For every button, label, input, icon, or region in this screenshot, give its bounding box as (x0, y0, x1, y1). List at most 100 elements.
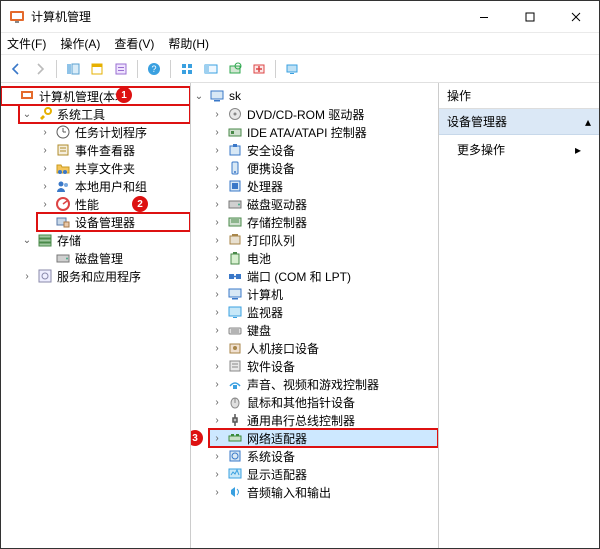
monitor-icon-button[interactable] (281, 58, 303, 80)
chevron-right-icon[interactable]: › (211, 144, 223, 156)
tree-shared-folders[interactable]: › 共享文件夹 (37, 159, 190, 177)
nav-back-button[interactable] (5, 58, 27, 80)
annotation-badge-2: 2 (132, 196, 148, 212)
device-category-20[interactable]: ›显示适配器 (209, 465, 438, 483)
device-category-4[interactable]: ›处理器 (209, 177, 438, 195)
chevron-right-icon[interactable]: › (39, 126, 51, 138)
chevron-right-icon[interactable]: › (211, 486, 223, 498)
show-hide-tree-button[interactable] (62, 58, 84, 80)
tree-system-tools[interactable]: ⌄ 系统工具 (19, 105, 190, 123)
tree-label: 服务和应用程序 (57, 268, 141, 285)
device-category-label: IDE ATA/ATAPI 控制器 (247, 124, 367, 141)
chevron-right-icon[interactable]: › (211, 342, 223, 354)
battery-icon (227, 250, 243, 266)
device-category-16[interactable]: ›鼠标和其他指针设备 (209, 393, 438, 411)
device-category-12[interactable]: ›键盘 (209, 321, 438, 339)
chevron-right-icon[interactable]: › (211, 234, 223, 246)
left-nav-tree[interactable]: ▶ 计算机管理(本地 1 ⌄ 系统工具 › (1, 83, 191, 548)
menu-help[interactable]: 帮助(H) (168, 35, 209, 52)
export-list-button[interactable] (110, 58, 132, 80)
chevron-right-icon[interactable]: › (211, 108, 223, 120)
device-category-9[interactable]: ›端口 (COM 和 LPT) (209, 267, 438, 285)
tree-services-apps[interactable]: › 服务和应用程序 (19, 267, 190, 285)
close-button[interactable] (553, 1, 599, 33)
maximize-button[interactable] (507, 1, 553, 33)
device-category-2[interactable]: ›安全设备 (209, 141, 438, 159)
device-category-label: 网络适配器 (247, 430, 307, 447)
chevron-right-icon[interactable]: › (211, 396, 223, 408)
device-root[interactable]: ⌄ sk (191, 87, 438, 105)
tree-root-computer-management[interactable]: ▶ 计算机管理(本地 (1, 87, 190, 105)
device-category-3[interactable]: ›便携设备 (209, 159, 438, 177)
collapse-arrow-icon: ▴ (585, 115, 591, 129)
tree-local-users[interactable]: › 本地用户和组 (37, 177, 190, 195)
device-category-6[interactable]: › 存储控制器 (209, 213, 438, 231)
chevron-right-icon[interactable]: › (211, 270, 223, 282)
tree-task-scheduler[interactable]: › 任务计划程序 (37, 123, 190, 141)
audio-io-icon (227, 484, 243, 500)
cdrom-icon (227, 106, 243, 122)
ide-controller-icon (227, 124, 243, 140)
chevron-right-icon[interactable]: › (21, 270, 33, 282)
scan-hardware-button[interactable] (224, 58, 246, 80)
chevron-right-icon[interactable]: › (39, 162, 51, 174)
menu-file[interactable]: 文件(F) (7, 35, 46, 52)
properties-button[interactable] (86, 58, 108, 80)
chevron-down-icon[interactable]: ⌄ (21, 234, 33, 246)
tree-disk-management[interactable]: › 磁盘管理 (37, 249, 190, 267)
device-category-5[interactable]: ›磁盘驱动器 (209, 195, 438, 213)
menu-action[interactable]: 操作(A) (60, 35, 100, 52)
chevron-right-icon[interactable]: › (39, 180, 51, 192)
chevron-right-icon[interactable]: › (211, 378, 223, 390)
chevron-right-icon[interactable]: › (211, 216, 223, 228)
view-devices-by-type-button[interactable] (176, 58, 198, 80)
nav-fwd-button[interactable] (29, 58, 51, 80)
device-category-8[interactable]: ›电池 (209, 249, 438, 267)
device-category-0[interactable]: ›DVD/CD-ROM 驱动器 (209, 105, 438, 123)
device-category-14[interactable]: ›软件设备 (209, 357, 438, 375)
chevron-right-icon[interactable]: › (211, 180, 223, 192)
tree-storage[interactable]: ⌄ 存储 (19, 231, 190, 249)
tree-label: 事件查看器 (75, 142, 135, 159)
chevron-right-icon[interactable]: › (211, 414, 223, 426)
device-category-1[interactable]: › IDE ATA/ATAPI 控制器 (209, 123, 438, 141)
device-category-10[interactable]: ›计算机 (209, 285, 438, 303)
chevron-right-icon[interactable]: › (211, 162, 223, 174)
minimize-button[interactable] (461, 1, 507, 33)
chevron-right-icon[interactable]: › (211, 360, 223, 372)
menu-view[interactable]: 查看(V) (114, 35, 154, 52)
device-category-18[interactable]: › 网络适配器 (209, 429, 438, 447)
chevron-right-icon[interactable]: › (39, 198, 51, 210)
chevron-right-icon[interactable]: › (211, 450, 223, 462)
chevron-right-icon[interactable]: › (211, 198, 223, 210)
chevron-down-icon[interactable]: ⌄ (193, 90, 205, 102)
device-category-17[interactable]: ›通用串行总线控制器 (209, 411, 438, 429)
actions-more[interactable]: 更多操作 ▸ (439, 135, 599, 164)
device-category-11[interactable]: ›监视器 (209, 303, 438, 321)
view-devices-by-connection-button[interactable] (200, 58, 222, 80)
chevron-right-icon[interactable]: › (211, 324, 223, 336)
chevron-right-icon[interactable]: › (39, 144, 51, 156)
tree-label: 性能 (75, 196, 99, 213)
device-category-15[interactable]: ›声音、视频和游戏控制器 (209, 375, 438, 393)
chevron-right-icon[interactable]: › (211, 252, 223, 264)
add-hardware-button[interactable] (248, 58, 270, 80)
tree-event-viewer[interactable]: › 事件查看器 (37, 141, 190, 159)
chevron-right-icon[interactable]: › (211, 126, 223, 138)
tree-performance[interactable]: › 性能 (37, 195, 190, 213)
chevron-right-icon[interactable]: › (211, 306, 223, 318)
actions-section-device-manager[interactable]: 设备管理器 ▴ (439, 109, 599, 135)
chevron-right-icon[interactable]: › (211, 468, 223, 480)
device-category-label: 存储控制器 (247, 214, 307, 231)
chevron-down-icon[interactable]: ⌄ (21, 108, 33, 120)
tree-label: 本地用户和组 (75, 178, 147, 195)
device-category-21[interactable]: ›音频输入和输出 (209, 483, 438, 501)
device-category-7[interactable]: ›打印队列 (209, 231, 438, 249)
help-button[interactable]: ? (143, 58, 165, 80)
device-tree-pane[interactable]: ⌄ sk ›DVD/CD-ROM 驱动器›IDE ATA/ATAPI 控制器›安… (191, 83, 439, 548)
tree-device-manager[interactable]: › 设备管理器 (37, 213, 190, 231)
device-category-19[interactable]: ›系统设备 (209, 447, 438, 465)
chevron-right-icon[interactable]: › (211, 288, 223, 300)
chevron-right-icon[interactable]: › (211, 432, 223, 444)
device-category-13[interactable]: ›人机接口设备 (209, 339, 438, 357)
